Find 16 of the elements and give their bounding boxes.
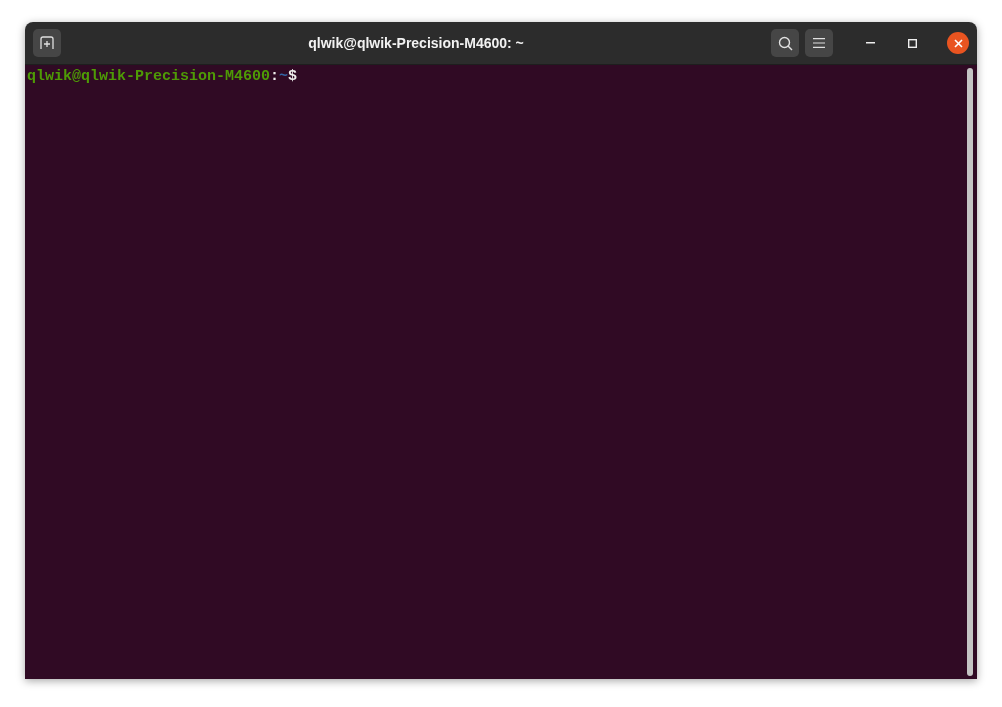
close-button[interactable] xyxy=(947,32,969,54)
minimize-icon xyxy=(865,42,875,44)
menu-button[interactable] xyxy=(805,29,833,57)
search-icon xyxy=(777,35,793,51)
new-tab-icon xyxy=(40,36,54,50)
prompt-user-host: qlwik@qlwik-Precision-M4600 xyxy=(27,68,271,85)
scrollbar[interactable] xyxy=(967,68,973,676)
maximize-icon xyxy=(907,38,917,48)
search-button[interactable] xyxy=(771,29,799,57)
menu-icon xyxy=(813,38,825,48)
window-title: qlwik@qlwik-Precision-M4600: ~ xyxy=(307,35,525,51)
new-tab-button[interactable] xyxy=(33,29,61,57)
prompt-path: ~ xyxy=(279,68,289,85)
prompt-symbol: $ xyxy=(288,68,298,85)
prompt-separator: : xyxy=(270,68,280,85)
close-icon xyxy=(953,38,963,48)
